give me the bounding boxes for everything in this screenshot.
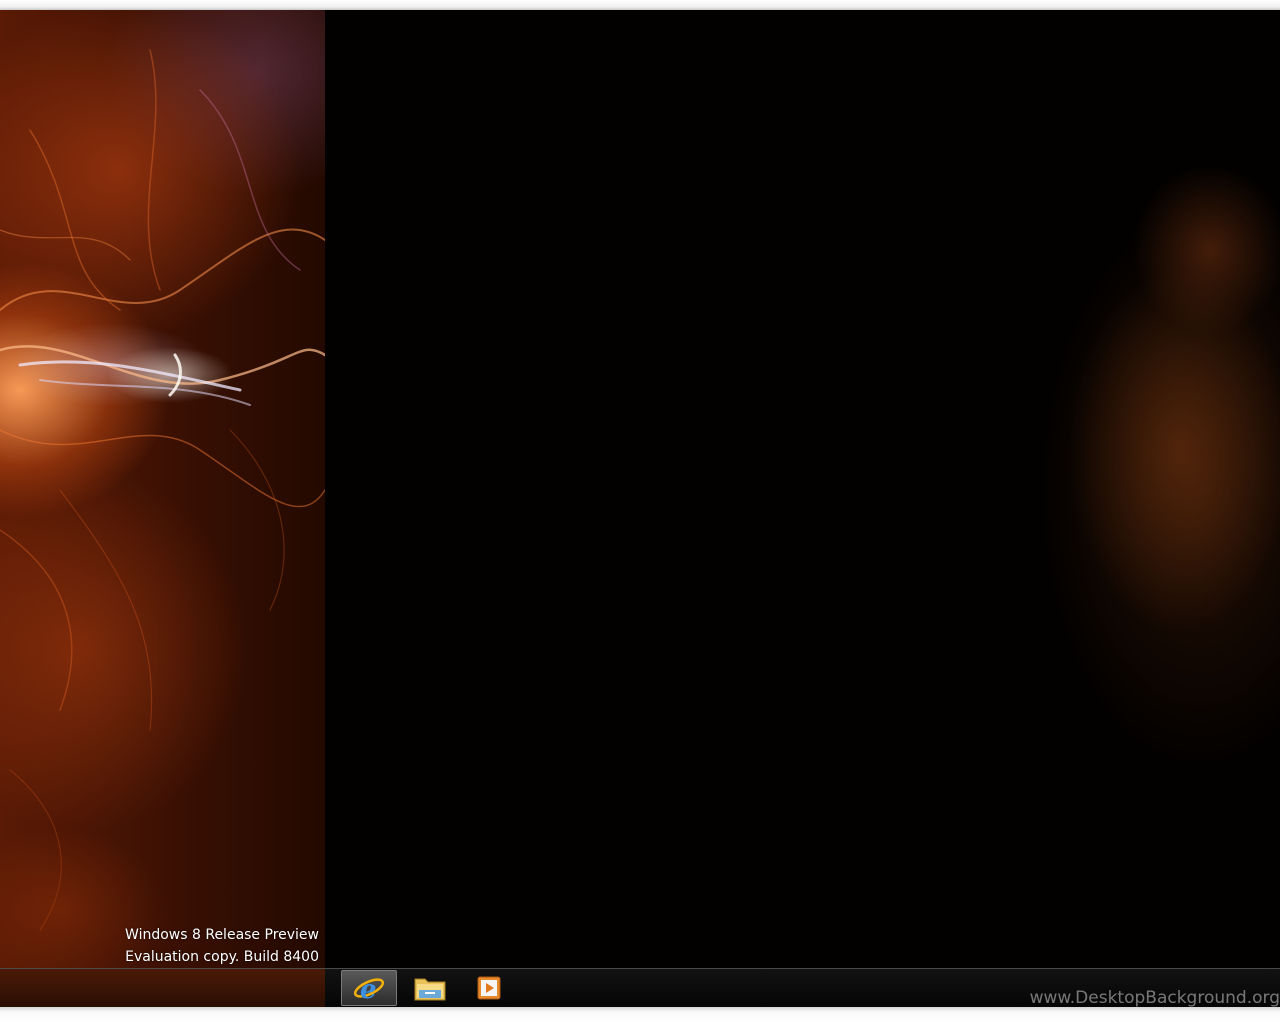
taskbar-button-file-explorer[interactable] [402, 970, 458, 1006]
taskbar-button-media-player[interactable] [461, 970, 517, 1006]
screen-frame-top [0, 0, 1280, 10]
desktop: Windows 8 Release Preview Evaluation cop… [0, 10, 1280, 1007]
taskbar-button-internet-explorer[interactable]: e [341, 970, 397, 1006]
svg-text:e: e [360, 975, 377, 1004]
build-watermark-line1: Windows 8 Release Preview [125, 927, 319, 943]
wallpaper-snap-pane: Windows 8 Release Preview Evaluation cop… [0, 10, 325, 968]
site-watermark: www.DesktopBackground.org [1029, 988, 1280, 1008]
build-watermark: Windows 8 Release Preview Evaluation cop… [125, 924, 319, 968]
screen-frame-bottom [0, 1007, 1280, 1024]
wallpaper-right-glow [880, 70, 1280, 970]
folder-icon [414, 978, 446, 1001]
media-player-icon [477, 976, 501, 1000]
taskbar-snap-area [0, 969, 325, 1007]
ie-icon: e [353, 975, 385, 1004]
build-watermark-line2: Evaluation copy. Build 8400 [125, 949, 319, 965]
